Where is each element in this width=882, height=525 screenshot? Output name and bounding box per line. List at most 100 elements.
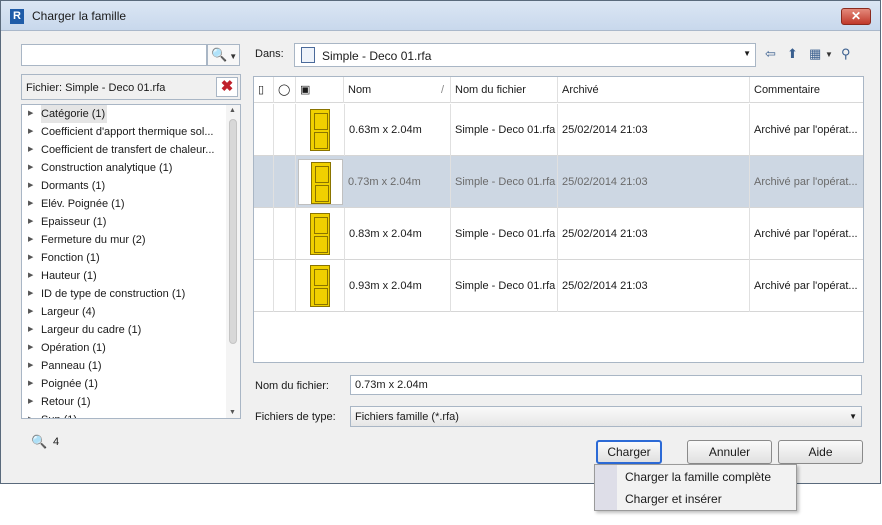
expand-icon[interactable]: ▶: [28, 267, 33, 285]
expand-icon[interactable]: ▶: [28, 213, 33, 231]
expand-icon[interactable]: ▶: [28, 357, 33, 375]
load-button[interactable]: Charger: [596, 440, 662, 464]
row-file: Simple - Deco 01.rfa: [451, 156, 558, 208]
tree-item[interactable]: ▶ Largeur (4): [22, 303, 228, 321]
tree-item[interactable]: ▶ ID de type de construction (1): [22, 285, 228, 303]
image-column-icon[interactable]: ▣: [296, 77, 344, 103]
table-row[interactable]: 0.63m x 2.04m Simple - Deco 01.rfa 25/02…: [254, 104, 863, 156]
scrollbar-thumb[interactable]: [229, 119, 237, 344]
filename-input[interactable]: [350, 375, 862, 395]
filetype-label: Fichiers de type:: [255, 411, 336, 423]
table-row[interactable]: 0.83m x 2.04m Simple - Deco 01.rfa 25/02…: [254, 208, 863, 260]
tree-item[interactable]: ▶ Construction analytique (1): [22, 159, 228, 177]
expand-icon[interactable]: ▶: [28, 123, 33, 141]
expand-icon[interactable]: ▶: [28, 195, 33, 213]
clear-filter-button[interactable]: ✖: [216, 77, 238, 97]
tree-item[interactable]: ▶ Coefficient de transfert de chaleur...: [22, 141, 228, 159]
column-archived[interactable]: Archivé: [558, 77, 750, 103]
expand-icon[interactable]: ▶: [28, 285, 33, 303]
door-thumbnail: [298, 107, 343, 153]
search-options-button[interactable]: 🔍 ▼: [207, 44, 240, 66]
menu-item-load-and-insert[interactable]: Charger et insérer: [625, 489, 722, 509]
row-date: 25/02/2014 21:03: [558, 260, 750, 312]
tree-item[interactable]: ▶ Fonction (1): [22, 249, 228, 267]
tree-item[interactable]: ▶ Elév. Poignée (1): [22, 195, 228, 213]
chevron-down-icon: ▼: [229, 52, 238, 61]
row-cell: [274, 208, 296, 260]
file-column-icon[interactable]: ▯: [254, 77, 274, 103]
filetype-dropdown[interactable]: Fichiers famille (*.rfa) ▼: [350, 406, 862, 427]
parameter-tree: ▶ Catégorie (1) ▶ Coefficient d'apport the…: [21, 104, 241, 419]
door-icon: [311, 162, 331, 204]
active-filter: Fichier: Simple - Deco 01.rfa ✖: [21, 74, 241, 100]
views-icon[interactable]: ▦: [809, 46, 821, 62]
row-comment: Archivé par l'opérat...: [754, 280, 858, 292]
back-icon[interactable]: ⇦: [765, 46, 776, 62]
tree-item[interactable]: ▶Sup (1): [22, 411, 228, 418]
search-icon: 🔍: [211, 47, 228, 62]
table-row[interactable]: 0.93m x 2.04m Simple - Deco 01.rfa 25/02…: [254, 260, 863, 312]
row-name: 0.83m x 2.04m: [344, 208, 451, 260]
filetype-value: Fichiers famille (*.rfa): [355, 411, 459, 423]
location-label: Dans:: [255, 48, 284, 60]
row-file: Simple - Deco 01.rfa: [451, 260, 558, 312]
scroll-down-icon[interactable]: ▼: [229, 409, 236, 416]
tree-item[interactable]: ▶ Largeur du cadre (1): [22, 321, 228, 339]
expand-icon[interactable]: ▶: [28, 141, 33, 159]
search-input[interactable]: [21, 44, 207, 66]
expand-icon[interactable]: ▶: [28, 339, 33, 357]
binoculars-icon[interactable]: ⚲: [841, 46, 851, 62]
menu-icon-strip: [595, 465, 617, 510]
expand-icon[interactable]: ▶: [28, 177, 33, 195]
door-thumbnail: [298, 263, 343, 309]
column-filename[interactable]: Nom du fichier: [451, 77, 558, 103]
scroll-up-icon[interactable]: ▲: [229, 107, 236, 114]
tree-item[interactable]: ▶ Dormants (1): [22, 177, 228, 195]
filter-label: Fichier: Simple - Deco 01.rfa: [26, 82, 166, 94]
chevron-down-icon[interactable]: ▼: [825, 50, 833, 59]
expand-icon[interactable]: ▶: [28, 375, 33, 393]
row-cell: [274, 156, 296, 208]
search-results-icon: 🔍: [31, 434, 48, 449]
radio-column-icon[interactable]: ◯: [274, 77, 296, 103]
cancel-button[interactable]: Annuler: [687, 440, 772, 464]
close-button[interactable]: ✕: [841, 8, 871, 25]
expand-icon[interactable]: ▶: [28, 159, 33, 177]
door-thumbnail: [298, 211, 343, 257]
tree-item[interactable]: ▶ Catégorie (1): [22, 105, 228, 123]
tree-scrollbar[interactable]: ▲ ▼: [226, 105, 240, 418]
row-name: 0.93m x 2.04m: [344, 260, 451, 312]
grid-header: ▯ ◯ ▣ Nom / Nom du fichier Archivé Commen…: [254, 77, 863, 103]
expand-icon[interactable]: ▶: [28, 411, 33, 418]
expand-icon[interactable]: ▶: [28, 249, 33, 267]
chevron-down-icon: ▼: [743, 49, 751, 58]
tree-item[interactable]: ▶ Hauteur (1): [22, 267, 228, 285]
tree-item[interactable]: ▶ Poignée (1): [22, 375, 228, 393]
location-dropdown[interactable]: Simple - Deco 01.rfa ▼: [294, 43, 756, 67]
expand-icon[interactable]: ▶: [28, 303, 33, 321]
tree-item[interactable]: ▶ Coefficient d'apport thermique sol...: [22, 123, 228, 141]
table-row-selected[interactable]: 0.73m x 2.04m Simple - Deco 01.rfa 25/02…: [254, 156, 863, 208]
expand-icon[interactable]: ▶: [28, 231, 33, 249]
tree-item[interactable]: ▶ Opération (1): [22, 339, 228, 357]
up-folder-icon[interactable]: ⬆: [787, 46, 798, 62]
expand-icon[interactable]: ▶: [28, 105, 33, 123]
expand-icon[interactable]: ▶: [28, 321, 33, 339]
door-icon: [310, 265, 330, 307]
row-file: Simple - Deco 01.rfa: [451, 104, 558, 156]
tree-item[interactable]: ▶ Fermeture du mur (2): [22, 231, 228, 249]
tree-item[interactable]: ▶ Panneau (1): [22, 357, 228, 375]
row-comment: Archivé par l'opérat...: [754, 176, 858, 188]
door-icon: [310, 109, 330, 151]
row-date: 25/02/2014 21:03: [558, 156, 750, 208]
chevron-down-icon: ▼: [849, 412, 857, 421]
door-thumbnail: [298, 159, 343, 205]
tree-item[interactable]: ▶ Retour (1): [22, 393, 228, 411]
tree-item[interactable]: ▶ Epaisseur (1): [22, 213, 228, 231]
column-comment[interactable]: Commentaire: [750, 77, 863, 103]
expand-icon[interactable]: ▶: [28, 393, 33, 411]
column-name[interactable]: Nom /: [344, 77, 451, 103]
help-button[interactable]: Aide: [778, 440, 863, 464]
location-value: Simple - Deco 01.rfa: [322, 49, 432, 63]
menu-item-load-full-family[interactable]: Charger la famille complète: [625, 467, 771, 487]
